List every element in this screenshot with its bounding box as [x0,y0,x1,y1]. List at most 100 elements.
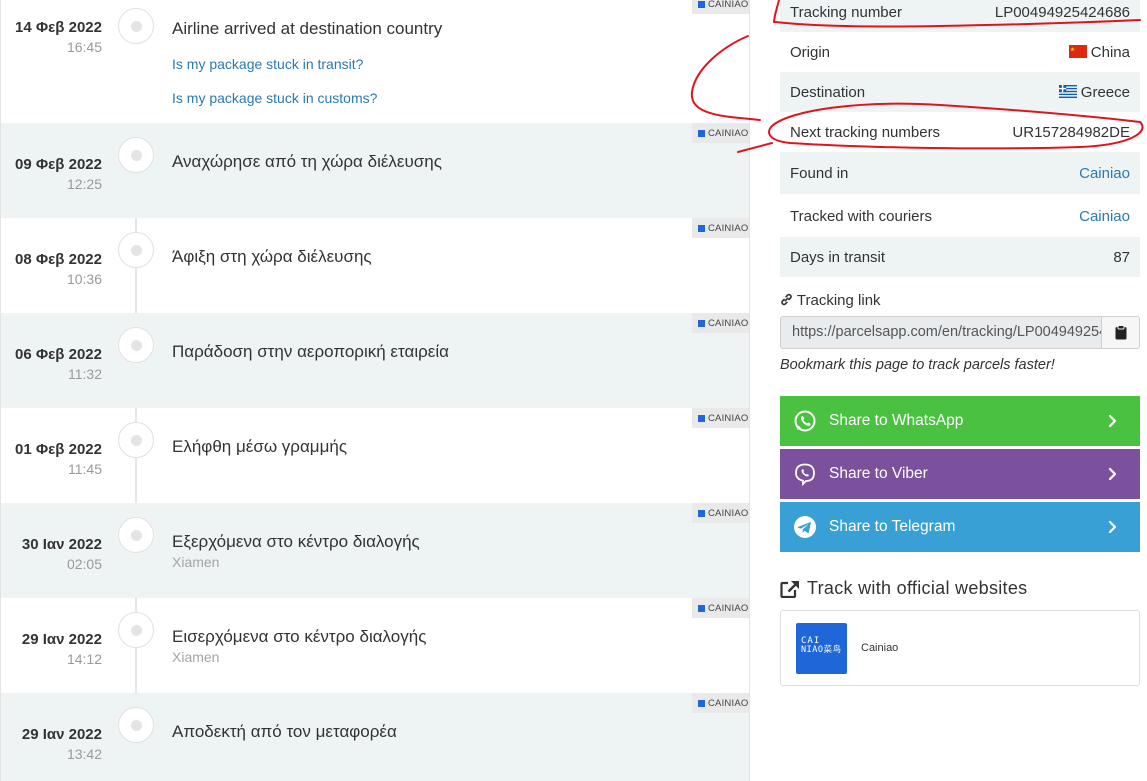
chevron-right-icon [1108,467,1117,481]
courier-badge: CAINIAO [692,693,749,713]
whatsapp-icon [793,409,817,433]
tracking-timeline: 14 Φεβ 2022 16:45 Airline arrived at des… [0,0,750,781]
event-time: 13:42 [66,746,102,762]
origin-name: China [1090,43,1130,61]
event-date: 29 Ιαν 2022 [21,726,102,743]
days-in-transit-row: Days in transit 87 [780,237,1140,277]
cainiao-card-name: Cainiao [861,642,899,654]
timeline-event: 01 Φεβ 2022 11:45 Ελήφθη μέσω γραμμής CA… [1,408,749,503]
stuck-in-customs-link[interactable]: Is my package stuck in customs? [172,90,377,106]
tracked-with-row: Tracked with couriers Cainiao [780,195,1140,237]
timeline-event: 29 Ιαν 2022 14:12 Εισερχόμενα στο κέντρο… [1,598,749,693]
event-title: Εξερχόμενα στο κέντρο διαλογής [172,532,420,551]
timeline-event: 30 Ιαν 2022 02:05 Εξερχόμενα στο κέντρο … [1,503,749,598]
link-icon [781,293,792,306]
event-date: 09 Φεβ 2022 [15,156,102,173]
bookmark-hint: Bookmark this page to track parcels fast… [780,357,1055,373]
courier-badge-label: CAINIAO [708,507,749,519]
timeline-dot [118,137,154,173]
row-label: Destination [790,83,866,101]
tracking-link-heading: Tracking link [780,292,881,309]
event-title: Άφιξη στη χώρα διέλευσης [172,247,372,266]
share-whatsapp-button[interactable]: Share to WhatsApp [780,396,1140,446]
china-flag-icon [1068,44,1087,58]
courier-badge-label: CAINIAO [708,317,749,329]
copy-link-button[interactable] [1101,316,1140,349]
found-in-row: Found in Cainiao [780,152,1140,194]
share-whatsapp-label: Share to WhatsApp [829,412,964,429]
destination-name: Greece [1080,83,1130,101]
chevron-right-icon [1108,520,1117,534]
cainiao-icon [698,509,705,517]
next-tracking-value: UR157284982DE [1012,123,1130,141]
timeline-event: 06 Φεβ 2022 11:32 Παράδοση στην αεροπορι… [1,313,749,408]
event-date: 30 Ιαν 2022 [21,536,102,553]
timeline-dot [118,517,154,553]
origin-row: Origin China [780,32,1140,72]
row-label: Days in transit [790,248,886,266]
event-location: Xiamen [172,649,220,665]
cainiao-icon [698,604,705,612]
cainiao-official-card[interactable]: CAI NIAO菜鸟 Cainiao [780,610,1140,686]
row-label: Found in [790,164,849,182]
courier-badge-label: CAINIAO [708,602,749,614]
tracking-link-input[interactable]: https://parcelsapp.com/en/tracking/LP004… [780,316,1102,349]
share-telegram-button[interactable]: Share to Telegram [780,502,1140,552]
telegram-icon [793,515,817,539]
cainiao-logo-line: NIAO菜鸟 [801,645,842,655]
greece-flag-icon [1058,84,1077,98]
timeline-event: 14 Φεβ 2022 16:45 Airline arrived at des… [1,0,749,123]
event-time: 14:12 [66,651,102,667]
stuck-in-transit-link[interactable]: Is my package stuck in transit? [172,56,363,72]
event-title: Αναχώρησε από τη χώρα διέλευσης [172,152,442,171]
annotation-tick [773,0,780,23]
timeline-event: 29 Ιαν 2022 13:42 Αποδεκτή από τον μεταφ… [1,693,749,781]
days-in-transit-value: 87 [1113,248,1130,266]
event-title: Ελήφθη μέσω γραμμής [172,437,348,456]
tracked-with-link[interactable]: Cainiao [1079,208,1130,225]
event-date: 08 Φεβ 2022 [15,251,102,268]
courier-badge-label: CAINIAO [708,697,749,709]
event-title: Αποδεκτή από τον μεταφορέα [172,722,397,741]
official-websites-title: Track with official websites [807,578,1028,598]
clipboard-icon [1115,325,1126,340]
found-in-link[interactable]: Cainiao [1079,165,1130,182]
share-viber-label: Share to Viber [829,465,928,482]
timeline-event: 09 Φεβ 2022 12:25 Αναχώρησε από τη χώρα … [1,123,749,218]
share-viber-button[interactable]: Share to Viber [780,449,1140,499]
chevron-right-icon [1108,414,1117,428]
courier-badge: CAINIAO [692,123,749,143]
share-telegram-label: Share to Telegram [829,518,956,535]
event-time: 11:32 [68,366,102,382]
courier-badge-label: CAINIAO [708,412,749,424]
cainiao-icon [698,224,705,232]
event-title: Airline arrived at destination country [172,19,443,38]
cainiao-icon [698,129,705,137]
courier-badge: CAINIAO [692,503,749,523]
tracking-number-value: LP00494925424686 [994,3,1130,21]
courier-badge: CAINIAO [692,218,749,238]
cainiao-logo: CAI NIAO菜鸟 [796,623,847,674]
next-tracking-row: Next tracking numbers UR157284982DE [780,112,1140,152]
courier-badge: CAINIAO [692,313,749,333]
event-time: 10:36 [66,271,102,287]
cainiao-icon [698,414,705,422]
row-label: Origin [790,43,831,61]
event-title: Εισερχόμενα στο κέντρο διαλογής [172,627,427,646]
timeline-dot [118,422,154,458]
row-label: Next tracking numbers [790,123,941,141]
event-time: 12:25 [66,176,102,192]
event-location: Xiamen [172,554,220,570]
origin-value: China [1068,43,1130,61]
event-time: 02:05 [66,556,102,572]
cainiao-icon [698,699,705,707]
courier-badge-label: CAINIAO [708,0,749,10]
courier-badge: CAINIAO [692,408,749,428]
viber-icon [793,462,817,486]
event-title: Παράδοση στην αεροπορική εταιρεία [172,342,449,361]
event-date: 29 Ιαν 2022 [21,631,102,648]
event-time: 16:45 [66,39,102,55]
tracking-link-label: Tracking link [796,292,881,309]
timeline-event: 08 Φεβ 2022 10:36 Άφιξη στη χώρα διέλευσ… [1,218,749,313]
courier-badge: CAINIAO [692,598,749,618]
